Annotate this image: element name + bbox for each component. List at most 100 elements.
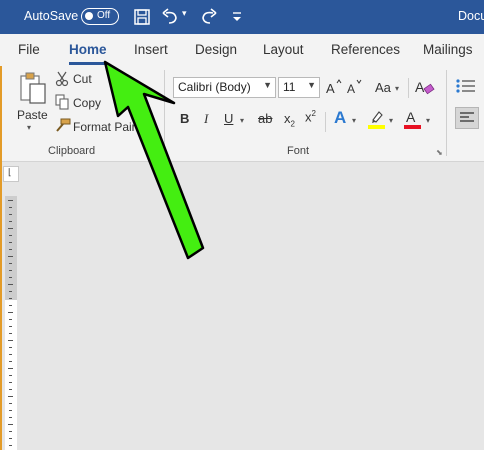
ruler-tick [9, 305, 12, 306]
ruler-tick [9, 417, 12, 418]
svg-text:A: A [406, 109, 416, 125]
change-case-button[interactable]: Aa [375, 80, 391, 95]
ruler-tick [9, 445, 12, 446]
undo-dropdown-icon[interactable]: ▾ [182, 8, 187, 19]
chevron-down-icon: ▼ [263, 80, 272, 90]
ruler-tick [8, 228, 13, 229]
title-bar: AutoSave Off ▾ Docu [0, 0, 484, 34]
ruler-tick [9, 235, 12, 236]
ruler-tick [9, 361, 12, 362]
ruler-tick [9, 431, 12, 432]
italic-button[interactable]: I [204, 111, 208, 127]
paste-button[interactable]: Paste [17, 108, 48, 122]
grow-font-icon[interactable]: A [325, 78, 343, 96]
format-painter-icon [55, 118, 71, 132]
autosave-toggle[interactable]: Off [81, 8, 119, 25]
ruler-tick [9, 298, 12, 299]
ruler-tick [9, 249, 12, 250]
clipboard-group-label: Clipboard [48, 145, 96, 157]
divider [325, 112, 326, 132]
superscript-button[interactable]: x2 [305, 109, 316, 124]
copy-icon [55, 94, 69, 110]
document-title: Docu [458, 9, 484, 23]
undo-icon[interactable] [160, 6, 182, 28]
text-effects-dropdown-icon[interactable]: ▾ [352, 116, 356, 125]
font-size-select[interactable]: 11 ▼ [278, 77, 320, 98]
ruler-tick [8, 340, 13, 341]
ruler-tick [9, 333, 12, 334]
highlight-icon[interactable] [367, 108, 387, 130]
font-group-label: Font [287, 145, 310, 157]
ribbon-home: Paste ▾ Cut Copy Format Painter Clipboar… [0, 66, 484, 162]
tab-file[interactable]: File [18, 42, 40, 57]
customize-quick-access-icon[interactable] [226, 6, 248, 28]
group-divider [446, 70, 447, 156]
shrink-font-icon[interactable]: A [346, 78, 364, 96]
ruler-tick [8, 368, 13, 369]
chevron-down-icon: ▼ [307, 80, 316, 90]
svg-text:A: A [347, 82, 355, 96]
underline-dropdown-icon[interactable]: ▾ [240, 116, 244, 125]
font-name-value: Calibri (Body) [178, 80, 251, 94]
paste-dropdown-icon[interactable]: ▾ [27, 123, 31, 132]
clipboard-dialog-launcher-icon[interactable]: ⬊ [153, 148, 160, 157]
strikethrough-button[interactable]: ab [258, 111, 272, 126]
divider [408, 78, 409, 98]
tab-layout[interactable]: Layout [263, 42, 304, 57]
paste-icon[interactable] [18, 72, 48, 106]
save-icon[interactable] [131, 6, 153, 28]
clear-formatting-icon[interactable]: A [414, 77, 436, 97]
subscript-button[interactable]: x2 [284, 111, 295, 129]
tab-home[interactable]: Home [69, 42, 107, 57]
font-color-icon[interactable]: A [403, 108, 423, 130]
ruler-tick [9, 277, 12, 278]
group-divider [164, 70, 165, 156]
font-dialog-launcher-icon[interactable]: ⬊ [436, 148, 443, 157]
font-name-select[interactable]: Calibri (Body) ▼ [173, 77, 276, 98]
cut-button[interactable]: Cut [73, 72, 92, 86]
window-edge-accent [0, 66, 2, 450]
font-color-dropdown-icon[interactable]: ▾ [426, 116, 430, 125]
tab-selector[interactable]: ⌊ [3, 166, 19, 182]
svg-text:A: A [415, 79, 425, 95]
ruler-tick [8, 312, 13, 313]
align-left-icon[interactable] [455, 107, 479, 129]
format-painter-button[interactable]: Format Painter [73, 120, 152, 134]
tab-references[interactable]: References [331, 42, 400, 57]
autosave-state: Off [97, 10, 111, 21]
ruler-tick [8, 200, 13, 201]
ribbon-tabs: File Home Insert Design Layout Reference… [0, 34, 484, 66]
ruler-tick [8, 424, 13, 425]
tab-design[interactable]: Design [195, 42, 237, 57]
ruler-tick [9, 389, 12, 390]
ruler-tick [8, 396, 13, 397]
change-case-dropdown-icon[interactable]: ▾ [395, 84, 399, 93]
tab-insert[interactable]: Insert [134, 42, 168, 57]
highlight-dropdown-icon[interactable]: ▾ [389, 116, 393, 125]
copy-button[interactable]: Copy [73, 96, 101, 110]
ruler-tick [9, 214, 12, 215]
toggle-knob [85, 12, 93, 20]
font-size-value: 11 [283, 80, 296, 94]
text-effects-button[interactable]: A [334, 108, 346, 128]
tab-mailings[interactable]: Mailings [423, 42, 473, 57]
bold-button[interactable]: B [180, 111, 189, 126]
autosave-label: AutoSave [24, 9, 79, 23]
ruler-tick [8, 284, 13, 285]
ruler-tick [8, 256, 13, 257]
underline-button[interactable]: U [224, 111, 233, 126]
ruler-tick [9, 270, 12, 271]
ruler-tick [9, 410, 12, 411]
ruler-tick [9, 221, 12, 222]
ruler-tick [9, 403, 12, 404]
ruler-tick [9, 242, 12, 243]
redo-icon[interactable] [198, 6, 220, 28]
tab-stop-icon: ⌊ [8, 167, 12, 177]
ruler-tick [9, 326, 12, 327]
active-tab-indicator [69, 62, 107, 65]
scissors-icon [55, 71, 69, 87]
ruler-tick [9, 319, 12, 320]
bullets-icon[interactable] [455, 77, 477, 95]
ruler-tick [9, 375, 12, 376]
ruler-tick [9, 354, 12, 355]
